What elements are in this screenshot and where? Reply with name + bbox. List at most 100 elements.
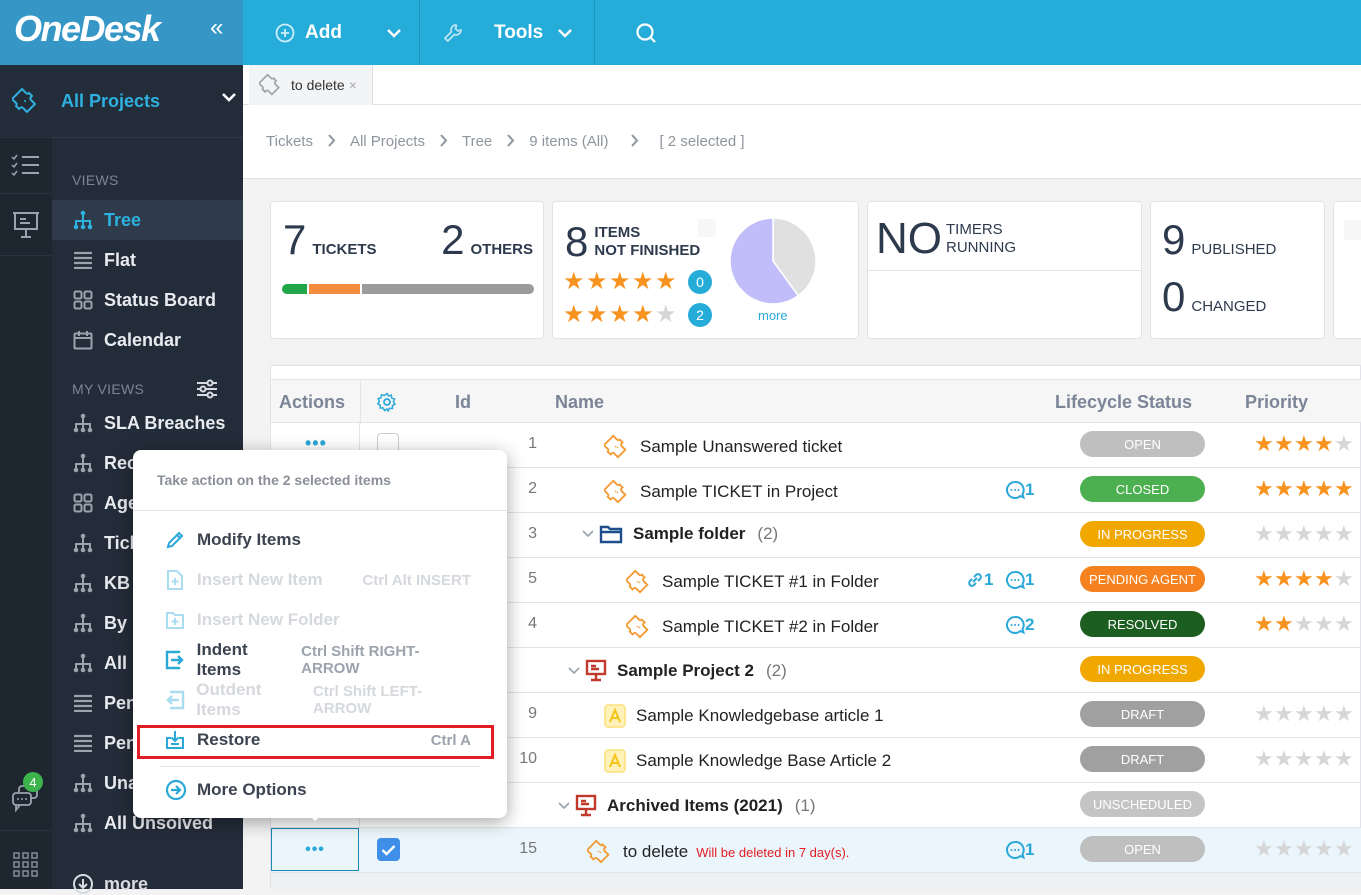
rail-chat[interactable]: 4 <box>0 765 52 831</box>
rail-projects[interactable] <box>0 194 52 256</box>
menu-item-insert-new-folder[interactable]: Insert New Folder <box>165 605 475 635</box>
status-badge[interactable]: IN PROGRESS <box>1080 521 1205 547</box>
tab-to-delete[interactable]: to delete × <box>249 65 373 105</box>
menu-shortcut: Ctrl Shift RIGHT-ARROW <box>301 643 420 677</box>
menu-item-more-options[interactable]: More Options <box>165 775 475 805</box>
tools-button[interactable]: Tools <box>442 0 573 65</box>
priority-stars[interactable]: ★ ★ ★ ★ ★ <box>1254 433 1354 455</box>
row-name-cell[interactable]: Sample Knowledgebase article 1 <box>604 704 884 728</box>
tree-icon <box>72 413 94 433</box>
star-empty-icon: ★ <box>1334 521 1354 546</box>
project-icon <box>585 659 607 683</box>
star-filled-icon: ★ <box>632 301 654 328</box>
priority-stars[interactable]: ★ ★ ★ ★ ★ <box>1254 748 1354 770</box>
priority-stars[interactable]: ★ ★ ★ ★ ★ <box>1254 568 1354 590</box>
status-badge[interactable]: CLOSED <box>1080 476 1205 502</box>
star-empty-icon: ★ <box>1294 701 1314 726</box>
comments-count[interactable]: 1 <box>1005 570 1034 590</box>
search-button[interactable] <box>635 0 657 65</box>
status-badge[interactable]: DRAFT <box>1080 701 1205 727</box>
collapse-sidebar-button[interactable]: « <box>210 14 223 42</box>
sidebar-item-status-board[interactable]: Status Board <box>52 280 243 320</box>
grid-header: Actions Id Name Lifecycle Status Priorit… <box>271 379 1361 424</box>
row-name-cell[interactable]: Sample Knowledge Base Article 2 <box>604 749 891 773</box>
timers-card[interactable]: NO TIMERS RUNNING <box>867 201 1142 339</box>
sidebar-item-flat[interactable]: Flat <box>52 240 243 280</box>
row-name-cell[interactable]: Sample folder (2) <box>581 524 778 544</box>
expand-chevron-icon[interactable] <box>557 801 571 811</box>
star-empty-icon: ★ <box>1334 566 1354 591</box>
star-filled-icon: ★ <box>1294 566 1314 591</box>
row-name-cell[interactable]: Sample TICKET in Project <box>604 479 838 505</box>
row-name-cell[interactable]: Sample Unanswered ticket <box>604 434 842 460</box>
status-badge[interactable]: UNSCHEDULED <box>1080 791 1205 817</box>
add-button[interactable]: Add <box>275 0 342 65</box>
menu-item-modify-items[interactable]: Modify Items <box>165 525 475 555</box>
status-badge[interactable]: OPEN <box>1080 836 1205 862</box>
not-finished-card[interactable]: 8 ITEMS NOT FINISHED ★ ★ ★ ★ ★ 0 ★ ★ ★ ★ ★ 2 mor… <box>552 201 859 339</box>
not-finished-pie-chart[interactable] <box>729 217 817 305</box>
comments-count[interactable]: 2 <box>1005 615 1034 635</box>
header-priority[interactable]: Priority <box>1245 392 1308 413</box>
rail-tickets[interactable] <box>0 65 52 138</box>
list-icon <box>72 694 94 712</box>
row-name-cell[interactable]: to delete Will be deleted in 7 day(s). <box>587 839 849 865</box>
priority-stars[interactable]: ★ ★ ★ ★ ★ <box>1254 523 1354 545</box>
status-badge[interactable]: PENDING AGENT <box>1080 566 1205 592</box>
tree-icon <box>72 453 94 473</box>
add-dropdown-chevron[interactable] <box>386 0 402 65</box>
priority-stars[interactable]: ★ ★ ★ ★ ★ <box>1254 613 1354 635</box>
priority-stars[interactable]: ★ ★ ★ ★ ★ <box>1254 703 1354 725</box>
row-name-cell[interactable]: Archived Items (2021) (1) <box>557 794 816 818</box>
row-actions-button[interactable]: ••• <box>271 828 359 871</box>
sidebar-item-calendar[interactable]: Calendar <box>52 320 243 360</box>
row-name-cell[interactable]: Sample Project 2 (2) <box>567 659 787 683</box>
header-id[interactable]: Id <box>455 392 471 413</box>
gear-icon[interactable] <box>377 392 397 412</box>
tools-label: Tools <box>494 21 544 43</box>
menu-item-indent-items[interactable]: Indent Items Ctrl Shift RIGHT-ARROW <box>165 640 475 679</box>
sidebar-item-tree[interactable]: Tree <box>52 200 243 240</box>
publish-card[interactable]: 9 PUBLISHED 0 CHANGED <box>1150 201 1325 339</box>
row-checkbox-checked[interactable] <box>377 838 400 861</box>
tickets-summary-card[interactable]: 7 TICKETS 2 OTHERS <box>270 201 544 339</box>
sidebar-item-sla-breaches[interactable]: SLA Breaches <box>52 403 243 443</box>
links-count[interactable]: 1 <box>966 570 993 590</box>
star-filled-icon: ★ <box>1274 476 1294 501</box>
breadcrumb-item[interactable]: All Projects <box>350 133 425 150</box>
comment-bubble-icon <box>1006 616 1025 635</box>
menu-item-outdent-items[interactable]: Outdent Items Ctrl Shift LEFT-ARROW <box>165 680 475 719</box>
menu-item-insert-new-item[interactable]: Insert New Item Ctrl Alt INSERT <box>165 565 475 595</box>
expand-chevron-icon[interactable] <box>581 529 595 539</box>
rail-tasks[interactable] <box>0 138 52 194</box>
priority-stars[interactable]: ★ ★ ★ ★ ★ <box>1254 838 1354 860</box>
table-row[interactable]: ••• 15 to delete Will be deleted in 7 day(s… <box>271 828 1361 873</box>
header-name[interactable]: Name <box>555 392 604 413</box>
header-lifecycle-status[interactable]: Lifecycle Status <box>1055 392 1192 413</box>
view-settings-icon[interactable] <box>196 379 218 399</box>
rail-apps[interactable] <box>0 845 52 885</box>
more-options-icon <box>165 779 187 801</box>
status-badge[interactable]: RESOLVED <box>1080 611 1205 637</box>
row-name-cell[interactable]: Sample TICKET #2 in Folder <box>626 614 879 640</box>
header-actions[interactable]: Actions <box>279 392 345 413</box>
partial-card[interactable] <box>1333 201 1361 339</box>
breadcrumb-item[interactable]: Tickets <box>266 133 313 150</box>
close-tab-icon[interactable]: × <box>349 77 357 93</box>
breadcrumb-item: [ 2 selected ] <box>659 133 745 150</box>
comments-count[interactable]: 1 <box>1005 480 1034 500</box>
chevron-down-icon <box>387 28 401 38</box>
breadcrumb-item[interactable]: Tree <box>462 133 492 150</box>
comments-count[interactable]: 1 <box>1005 840 1034 860</box>
priority-stars[interactable]: ★ ★ ★ ★ ★ <box>1254 478 1354 500</box>
status-badge[interactable]: IN PROGRESS <box>1080 656 1205 682</box>
breadcrumb-item[interactable]: 9 items (All) <box>529 133 608 150</box>
expand-chevron-icon[interactable] <box>567 666 581 676</box>
row-name-cell[interactable]: Sample TICKET #1 in Folder <box>626 569 879 595</box>
sidebar-more-link[interactable]: more <box>72 873 148 895</box>
status-badge[interactable]: DRAFT <box>1080 746 1205 772</box>
ticket-icon <box>626 614 652 640</box>
project-selector[interactable]: All Projects <box>52 65 243 138</box>
status-badge[interactable]: OPEN <box>1080 431 1205 457</box>
pie-more-link[interactable]: more <box>758 308 788 323</box>
